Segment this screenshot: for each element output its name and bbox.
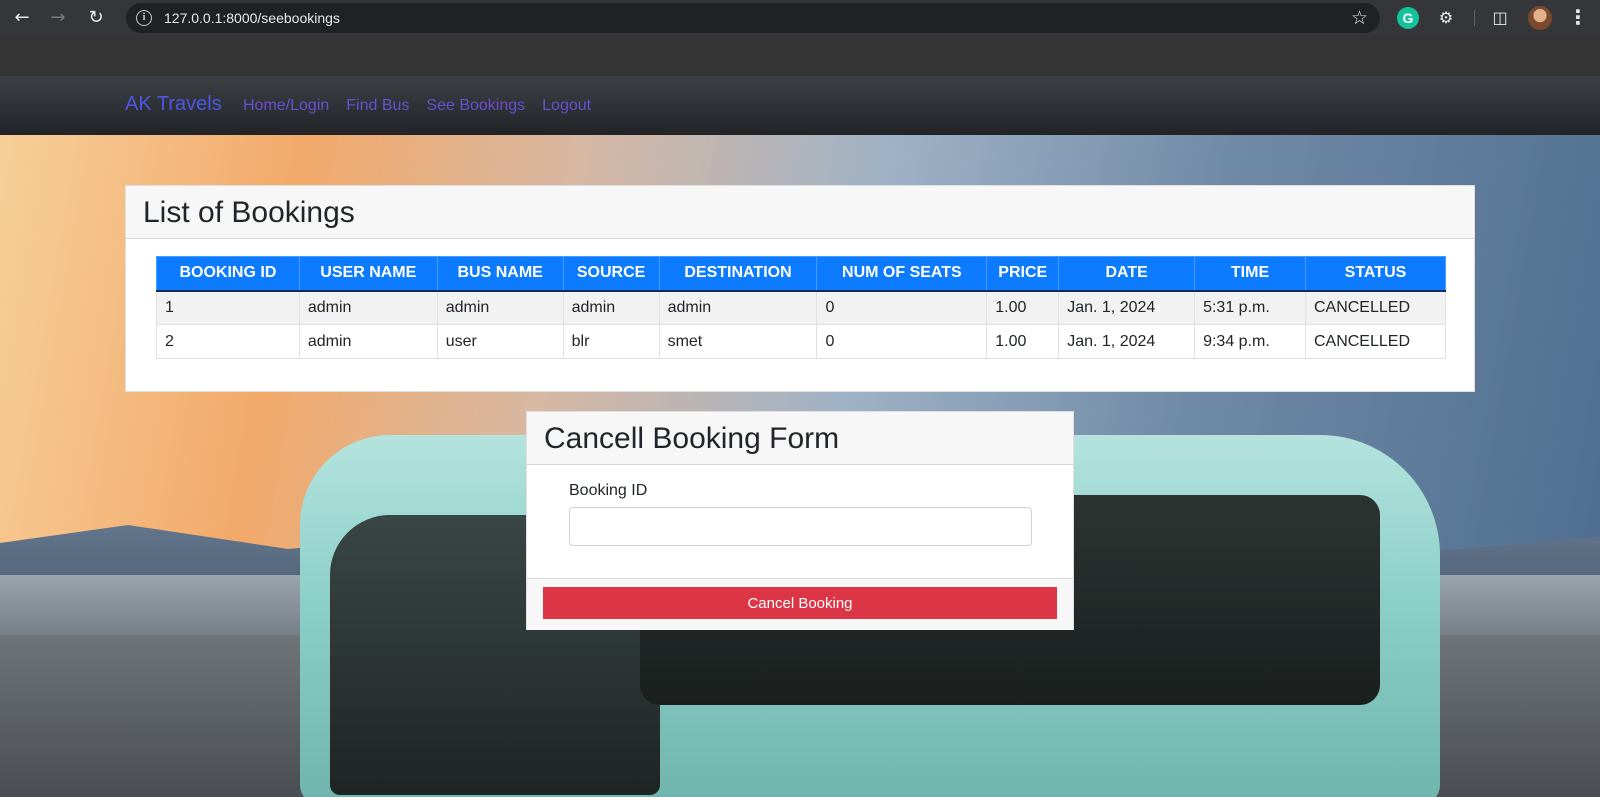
brand-link[interactable]: AK Travels [125,93,222,116]
table-header-row: BOOKING ID USER NAME BUS NAME SOURCE DES… [156,256,1447,292]
table-cell: blr [562,324,660,359]
table-cell: admin [658,290,818,325]
table-cell: Jan. 1, 2024 [1058,324,1196,359]
column-header: SOURCE [562,256,660,292]
menu-icon[interactable]: ⋮ [1568,5,1588,29]
toolbar-divider [1474,10,1475,26]
site-navbar: AK Travels Home/Login Find Bus See Booki… [0,76,1600,135]
table-cell: 1 [156,290,300,325]
column-header: PRICE [986,256,1060,292]
table-cell: CANCELLED [1304,324,1447,359]
booking-id-label: Booking ID [569,482,648,499]
browser-toolbar: ← → ↻ i 127.0.0.1:8000/seebookings ☆ G ⚙… [0,0,1600,36]
column-header: BOOKING ID [156,256,300,292]
bookings-table: BOOKING ID USER NAME BUS NAME SOURCE DES… [156,256,1447,359]
reload-icon[interactable]: ↻ [84,6,108,30]
cancel-form-header: Cancell Booking Form [527,412,1073,465]
table-cell: 2 [156,324,300,359]
table-cell: CANCELLED [1304,290,1447,325]
cancel-form-footer: Cancel Booking [527,578,1073,630]
table-cell: admin [298,324,438,359]
table-cell: 0 [816,290,988,325]
nav-links: Home/Login Find Bus See Bookings Logout [243,97,591,115]
info-icon[interactable]: i [136,10,152,26]
column-header: BUS NAME [436,256,564,292]
table-cell: user [436,324,564,359]
star-icon[interactable]: ☆ [1351,7,1368,29]
table-cell: 5:31 p.m. [1194,290,1306,325]
cancel-booking-card: Cancell Booking Form Booking ID Cancel B… [526,411,1074,630]
column-header: NUM OF SEATS [816,256,988,292]
nav-see-bookings[interactable]: See Bookings [426,97,525,115]
grammarly-icon[interactable]: G [1397,7,1419,29]
table-cell: admin [436,290,564,325]
table-cell: smet [658,324,818,359]
bookings-card: List of Bookings BOOKING ID USER NAME BU… [125,185,1475,392]
back-icon[interactable]: ← [10,6,34,30]
column-header: DESTINATION [658,256,818,292]
forward-icon[interactable]: → [46,6,70,30]
address-bar[interactable]: i 127.0.0.1:8000/seebookings ☆ [126,3,1380,33]
table-cell: 1.00 [986,290,1060,325]
bookings-card-header: List of Bookings [126,186,1474,239]
extensions-icon[interactable]: ⚙ [1435,7,1457,29]
table-cell: admin [562,290,660,325]
top-spacer [0,36,1600,76]
table-row: 1 admin admin admin admin 0 1.00 Jan. 1,… [156,290,1447,325]
table-cell: admin [298,290,438,325]
table-cell: 1.00 [986,324,1060,359]
cancel-form-title: Cancell Booking Form [544,422,840,455]
nav-logout[interactable]: Logout [542,97,591,115]
table-cell: Jan. 1, 2024 [1058,290,1196,325]
nav-find-bus[interactable]: Find Bus [346,97,409,115]
booking-id-input[interactable] [569,507,1032,546]
side-panel-icon[interactable]: ◫ [1489,7,1511,29]
page: AK Travels Home/Login Find Bus See Booki… [0,36,1600,797]
table-cell: 9:34 p.m. [1194,324,1306,359]
column-header: DATE [1058,256,1196,292]
column-header: STATUS [1304,256,1447,292]
column-header: USER NAME [298,256,438,292]
column-header: TIME [1194,256,1306,292]
profile-avatar[interactable] [1528,6,1552,30]
cancel-booking-button[interactable]: Cancel Booking [543,587,1057,619]
table-cell: 0 [816,324,988,359]
url-text[interactable]: 127.0.0.1:8000/seebookings [164,3,340,33]
table-row: 2 admin user blr smet 0 1.00 Jan. 1, 202… [156,324,1447,359]
bookings-title: List of Bookings [143,196,355,229]
nav-home-login[interactable]: Home/Login [243,97,329,115]
